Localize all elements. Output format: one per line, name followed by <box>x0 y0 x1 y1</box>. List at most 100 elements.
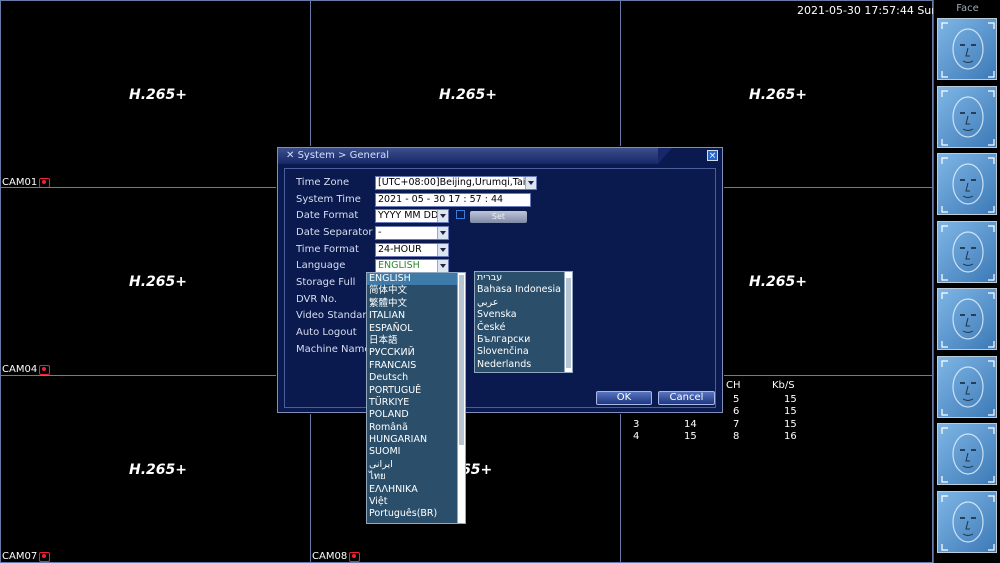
camera-name: CAM04 <box>2 364 38 375</box>
record-icon <box>39 364 51 375</box>
language-option[interactable]: POLAND <box>367 409 465 421</box>
language-list-2-scrollbar[interactable] <box>564 272 572 372</box>
language-option[interactable]: ایرانی <box>367 459 465 471</box>
language-option[interactable]: 简体中文 <box>367 285 465 297</box>
camera-tile-7[interactable]: H.265+ CAM07 <box>0 375 311 563</box>
language-dropdown-list[interactable]: ENGLISH 简体中文 繁體中文 ITALIAN ESPAÑOL 日本語 РУССКИЙ F… <box>366 272 466 524</box>
face-thumbnail[interactable] <box>937 153 997 215</box>
language-option[interactable]: SUOMI <box>367 446 465 458</box>
camera-label: CAM07 <box>2 551 51 562</box>
stats-cell: 6 <box>733 406 740 417</box>
camera-tile-4[interactable]: H.265+ CAM04 <box>0 187 311 376</box>
stats-cell: 15 <box>784 419 797 430</box>
face-icon <box>941 157 995 213</box>
label-auto-logout: Auto Logout <box>296 327 357 338</box>
language-option[interactable]: ไทย <box>367 471 465 483</box>
language-option[interactable]: 繁體中文 <box>367 298 465 310</box>
language-option[interactable]: 日本語 <box>367 335 465 347</box>
face-panel: Face <box>933 0 1000 563</box>
face-panel-title: Face <box>956 3 979 14</box>
chevron-down-icon[interactable] <box>440 214 446 218</box>
chevron-down-icon[interactable] <box>528 181 534 185</box>
language-option[interactable]: Nederlands <box>475 359 572 371</box>
face-thumbnail[interactable] <box>937 355 997 418</box>
language-option[interactable]: РУССКИЙ <box>367 347 465 359</box>
language-option[interactable]: Deutsch <box>367 372 465 384</box>
language-option[interactable]: ΕΛΛΗΝΙΚΑ <box>367 484 465 496</box>
chevron-down-icon[interactable] <box>440 231 446 235</box>
language-option[interactable]: عربي <box>475 297 572 309</box>
cancel-button[interactable]: Cancel <box>658 391 715 405</box>
codec-label: H.265+ <box>129 274 187 290</box>
language-option[interactable]: עברית <box>475 272 572 284</box>
language-option[interactable]: ESPAÑOL <box>367 323 465 335</box>
language-option[interactable]: PORTUGUÊ <box>367 385 465 397</box>
language-option[interactable]: Български <box>475 334 572 346</box>
language-select[interactable]: ENGLISH <box>375 259 449 273</box>
stats-cell: 5 <box>733 394 740 405</box>
date-separator-select[interactable]: - <box>375 226 449 240</box>
stats-cell: 7 <box>733 419 740 430</box>
camera-label: CAM08 <box>312 551 361 562</box>
scroll-thumb[interactable] <box>566 278 571 368</box>
language-option[interactable]: Svenska <box>475 309 572 321</box>
stats-cell: 15 <box>784 406 797 417</box>
set-button[interactable]: Set <box>470 211 527 223</box>
dst-checkbox[interactable] <box>456 210 465 219</box>
codec-label: H.265+ <box>129 87 187 103</box>
language-option[interactable]: ENGLISH <box>367 273 465 286</box>
language-option[interactable]: ITALIAN <box>367 310 465 322</box>
language-option[interactable]: Românã <box>367 422 465 434</box>
tools-icon: ✕ <box>286 150 298 161</box>
date-format-select[interactable]: YYYY MM DD <box>375 209 449 223</box>
camera-label: CAM04 <box>2 364 51 375</box>
label-time-format: Time Format <box>296 244 359 255</box>
system-time-input[interactable]: 2021 - 05 - 30 17 : 57 : 44 <box>375 193 531 207</box>
stats-cell: 16 <box>784 431 797 442</box>
stats-cell: 3 <box>633 419 640 430</box>
stats-cell: 8 <box>733 431 740 442</box>
camera-tile-1[interactable]: H.265+ CAM01 <box>0 0 311 188</box>
label-storage-full: Storage Full <box>296 277 356 288</box>
language-dropdown-list-2[interactable]: עברית Bahasa Indonesia عربي Svenska České Бъл… <box>474 271 573 373</box>
label-language: Language <box>296 260 346 271</box>
label-video-standard: Video Standard <box>296 310 373 321</box>
language-option[interactable]: FRANCAIS <box>367 360 465 372</box>
language-option[interactable]: HUNGARIAN <box>367 434 465 446</box>
ok-button[interactable]: OK <box>596 391 652 405</box>
language-option[interactable]: Bahasa Indonesia <box>475 284 572 296</box>
language-option[interactable]: TÜRKIYE <box>367 397 465 409</box>
dialog-title-bar: ✕ System > General <box>278 148 672 164</box>
face-thumbnail[interactable] <box>937 490 997 553</box>
time-format-select[interactable]: 24-HOUR <box>375 243 449 257</box>
stats-cell: 15 <box>684 431 697 442</box>
scroll-thumb[interactable] <box>459 275 464 445</box>
label-date-format: Date Format <box>296 210 359 221</box>
camera-name: CAM08 <box>312 551 348 562</box>
language-option[interactable]: Português(BR) <box>367 508 465 520</box>
stats-header-ch: CH <box>726 380 741 391</box>
stats-cell: 4 <box>633 431 640 442</box>
face-thumbnail[interactable] <box>937 423 997 485</box>
chevron-down-icon[interactable] <box>440 248 446 252</box>
time-zone-select[interactable]: [UTC+08:00]Beijing,Urumqi,Tai <box>375 176 537 190</box>
codec-label: H.265+ <box>439 87 497 103</box>
chevron-down-icon[interactable] <box>440 264 446 268</box>
face-thumbnail[interactable] <box>937 18 997 80</box>
language-option[interactable]: České <box>475 322 572 334</box>
language-list-scrollbar[interactable] <box>457 273 465 523</box>
face-icon <box>941 22 995 78</box>
camera-name: CAM07 <box>2 551 38 562</box>
face-thumbnail[interactable] <box>937 85 997 148</box>
label-machine-name: Machine Name <box>296 344 371 355</box>
label-dvr-no: DVR No. <box>296 294 338 305</box>
close-icon[interactable]: × <box>707 150 718 161</box>
system-datetime: 2021-05-30 17:57:44 Sun <box>797 4 939 17</box>
face-thumbnail[interactable] <box>937 220 997 283</box>
codec-label: H.265+ <box>749 87 807 103</box>
face-thumbnail[interactable] <box>937 288 997 350</box>
record-icon <box>39 551 51 562</box>
language-option[interactable]: Slovenčina <box>475 346 572 358</box>
face-icon <box>941 359 995 416</box>
language-option[interactable]: Việt <box>367 496 465 508</box>
